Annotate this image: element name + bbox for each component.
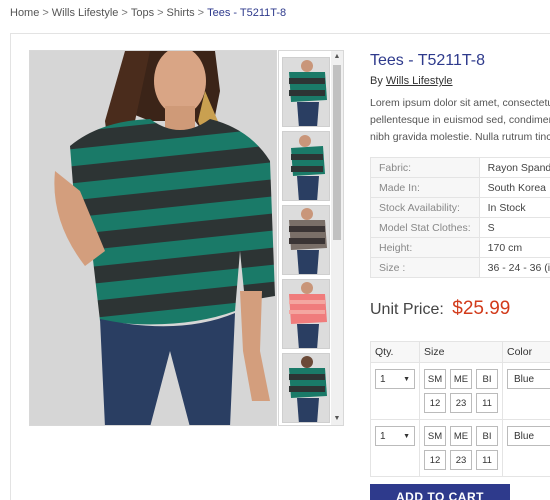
spec-row: Model Stat Clothes: S: [370, 217, 550, 238]
spec-label: Fabric:: [370, 157, 480, 178]
color-value: Blue: [514, 430, 535, 442]
unit-price: Unit Price: $25.99: [370, 298, 510, 320]
breadcrumb-separator: >: [197, 7, 205, 19]
description-line: pellentesque in euismod sed, condimentum: [370, 114, 550, 126]
size-option[interactable]: ME: [450, 426, 472, 446]
size-option[interactable]: SM: [424, 426, 446, 446]
breadcrumb-shirts[interactable]: Shirts: [167, 7, 195, 19]
chevron-down-icon: ▼: [403, 375, 410, 383]
by-prefix: By: [370, 75, 383, 87]
breadcrumb-separator: >: [121, 7, 128, 19]
spec-row: Fabric:Rayon Spandex: [370, 157, 550, 178]
price-amount: $25.99: [452, 298, 511, 319]
size-header: Size: [419, 341, 503, 363]
thumbnail-strip[interactable]: ▲ ▼: [278, 50, 344, 426]
product-byline: By Wills Lifestyle: [370, 75, 453, 87]
spec-row: Stock Availability: In Stock: [370, 197, 550, 218]
breadcrumb-separator: >: [157, 7, 164, 19]
price-label: Unit Price:: [370, 301, 444, 318]
spec-label: Made In:: [370, 177, 480, 198]
spec-row: Made In: South Korea: [370, 177, 550, 198]
scroll-up-arrow-icon[interactable]: ▲: [331, 51, 343, 63]
size-options: SM ME BI 12 23 11: [424, 369, 498, 413]
qty-header: Qty.: [370, 341, 420, 363]
order-row: 1 ▼ SM ME BI 12 23 11 Blue: [370, 362, 550, 420]
qty-select[interactable]: 1 ▼: [375, 426, 415, 446]
thumbnail-scrollbar[interactable]: ▲ ▼: [331, 51, 343, 425]
size-option[interactable]: 12: [424, 393, 446, 413]
breadcrumb-tops[interactable]: Tops: [131, 7, 154, 19]
model-photo: [30, 51, 276, 425]
spec-table: Fabric:Rayon Spandex Made In:South Korea…: [370, 157, 550, 278]
spec-label: Size :: [370, 257, 480, 278]
chevron-down-icon: ▼: [403, 432, 410, 440]
color-select[interactable]: Blue: [507, 369, 550, 389]
spec-value: S: [478, 217, 550, 238]
spec-label: Stock Availability:: [370, 197, 480, 218]
thumbnail-1[interactable]: [282, 57, 330, 127]
size-option[interactable]: 23: [450, 450, 472, 470]
spec-label: Height:: [370, 237, 480, 258]
thumbnail-3[interactable]: [282, 205, 330, 275]
breadcrumb-home[interactable]: Home: [10, 7, 39, 19]
main-product-image[interactable]: [29, 50, 277, 426]
qty-value: 1: [380, 430, 386, 442]
size-options: SM ME BI 12 23 11: [424, 426, 498, 470]
spec-value: South Korea: [478, 177, 550, 198]
qty-value: 1: [380, 373, 386, 385]
qty-select[interactable]: 1 ▼: [375, 369, 415, 389]
scroll-down-arrow-icon[interactable]: ▼: [331, 413, 343, 425]
color-select[interactable]: Blue: [507, 426, 550, 446]
spec-row: Height: 170 cm: [370, 237, 550, 258]
description-line: nibh gravida molestie. Nulla rutrum tinc…: [370, 131, 550, 143]
breadcrumb: Home > Wills Lifestyle > Tops > Shirts > Tees - …: [10, 7, 286, 19]
product-title: Tees - T5211T-8: [370, 52, 486, 69]
color-header: Color: [502, 341, 550, 363]
thumbnail-5[interactable]: [282, 353, 330, 423]
spec-row: Size :36 - 24 - 36 (in): [370, 257, 550, 278]
thumbnail-4[interactable]: [282, 279, 330, 349]
size-option[interactable]: 23: [450, 393, 472, 413]
size-option[interactable]: BI: [476, 369, 498, 389]
size-option[interactable]: SM: [424, 369, 446, 389]
spec-value: 170 cm: [478, 237, 550, 258]
size-option[interactable]: ME: [450, 369, 472, 389]
scrollbar-thumb[interactable]: [333, 65, 341, 240]
thumbnail-2[interactable]: [282, 131, 330, 201]
breadcrumb-current: Tees - T5211T-8: [207, 7, 287, 19]
spec-label: Model Stat Clothes:: [370, 217, 480, 238]
brand-link[interactable]: Wills Lifestyle: [386, 75, 453, 87]
spec-value: 36 - 24 - 36 (in): [478, 257, 550, 278]
breadcrumb-separator: >: [42, 7, 49, 19]
size-option[interactable]: 11: [476, 450, 498, 470]
color-value: Blue: [514, 373, 535, 385]
spec-value: Rayon Spandex: [478, 157, 550, 178]
order-table: Qty. Size Color 1 ▼ SM ME BI 12 23 11 Bl…: [370, 341, 550, 477]
description-line: Lorem ipsum dolor sit amet, consectetur: [370, 97, 550, 109]
size-option[interactable]: BI: [476, 426, 498, 446]
spec-value: In Stock: [478, 197, 550, 218]
size-option[interactable]: 11: [476, 393, 498, 413]
add-to-cart-button[interactable]: ADD TO CART: [370, 484, 510, 500]
order-row: 1 ▼ SM ME BI 12 23 11 Blue: [370, 419, 550, 477]
product-description: Lorem ipsum dolor sit amet, consectetur …: [370, 95, 550, 146]
size-option[interactable]: 12: [424, 450, 446, 470]
breadcrumb-brand[interactable]: Wills Lifestyle: [52, 7, 119, 19]
